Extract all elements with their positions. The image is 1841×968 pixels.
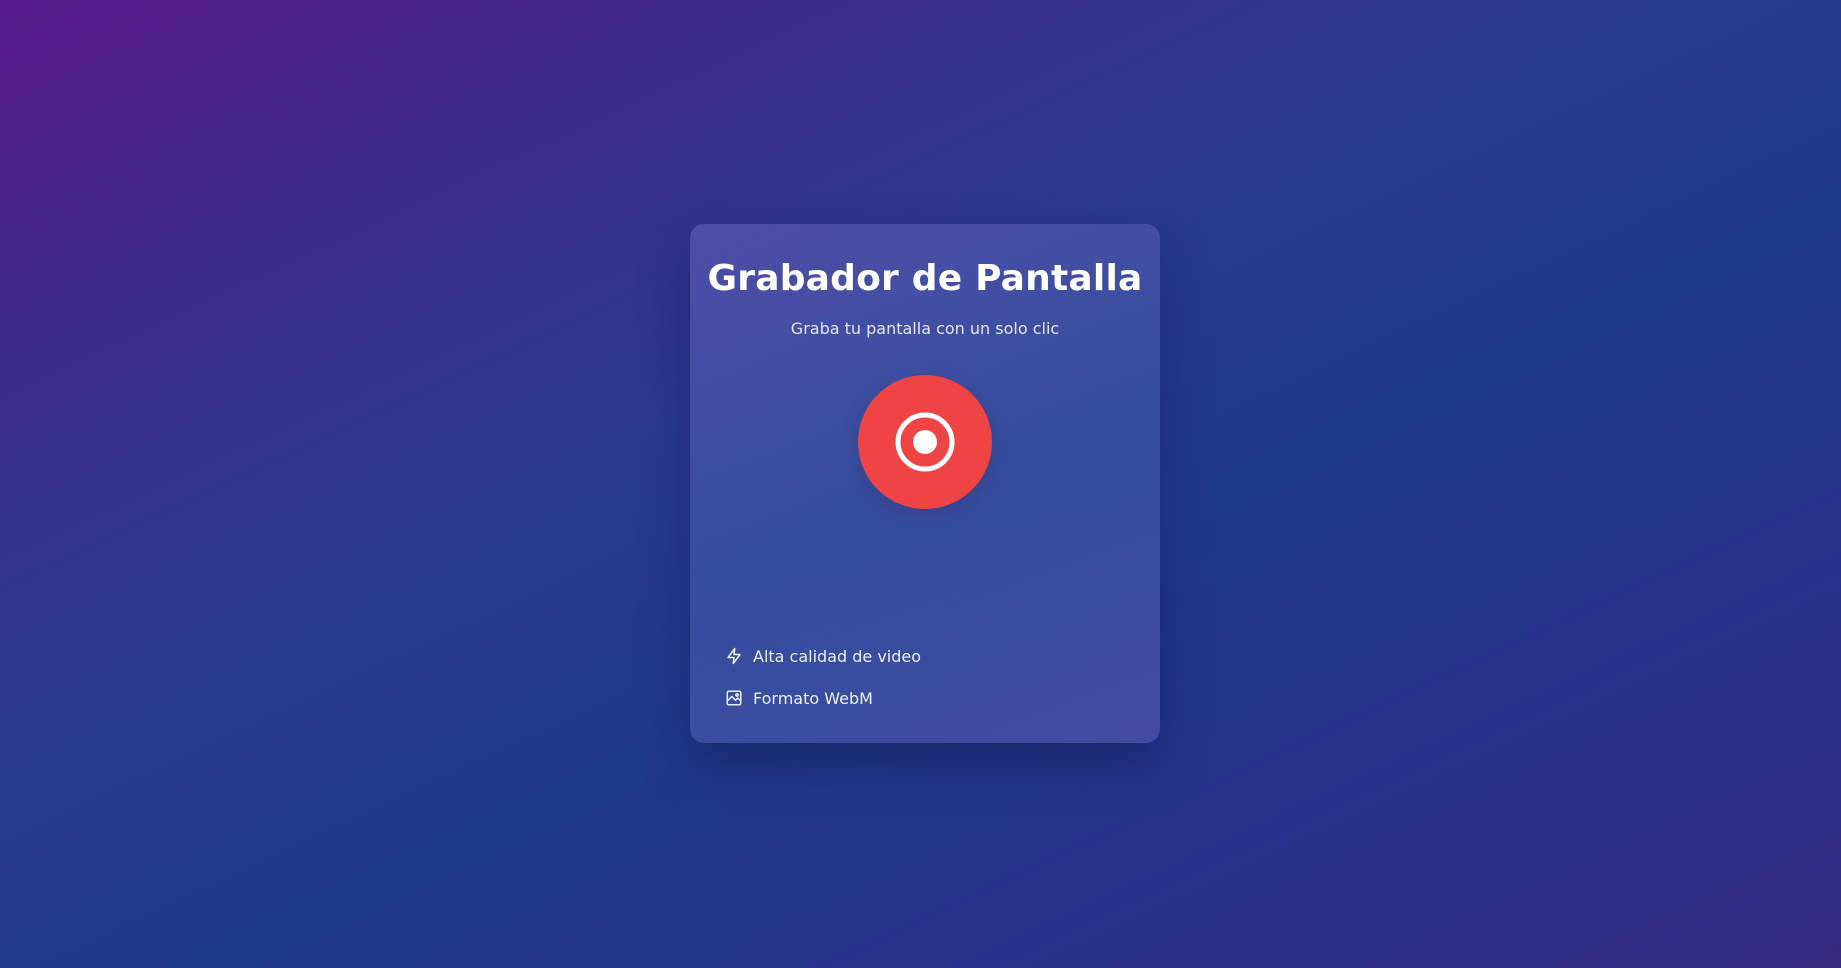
feature-label: Alta calidad de video [753, 646, 922, 666]
feature-item-format: Formato WebM [724, 686, 921, 710]
record-icon [895, 412, 955, 472]
feature-label: Formato WebM [753, 688, 873, 708]
feature-item-quality: Alta calidad de video [724, 644, 921, 668]
app-title: Grabador de Pantalla [707, 258, 1143, 299]
record-button[interactable] [858, 375, 992, 509]
lightning-icon [724, 646, 744, 666]
app-subtitle: Graba tu pantalla con un solo clic [790, 319, 1060, 338]
feature-list: Alta calidad de video Formato WebM [724, 644, 921, 728]
image-icon [724, 688, 744, 708]
recorder-card: Grabador de Pantalla Graba tu pantalla c… [690, 224, 1160, 743]
